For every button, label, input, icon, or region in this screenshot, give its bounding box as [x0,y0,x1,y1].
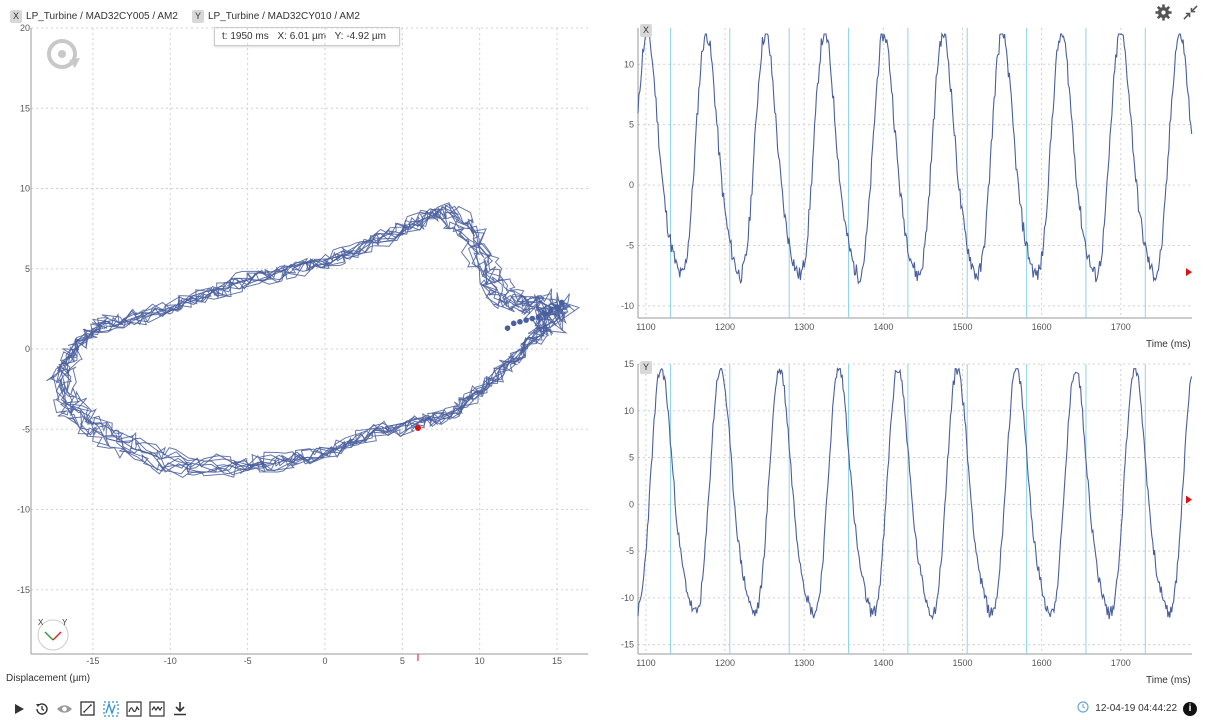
orbit-y-tick: 5 [25,264,30,274]
waveform-trace [637,367,1193,621]
bottom-toolbar [10,700,188,717]
waveform-x-tick: 1200 [715,322,735,332]
orbit-y-tick: -15 [17,585,30,595]
waveform-cursor-marker [1186,268,1192,277]
axis-icon-y-label: Y [62,618,68,627]
orbit-loop [58,203,572,471]
orbit-y-tick: 10 [20,184,30,194]
waveform-x-tick: 1500 [952,322,972,332]
y-waveform-plot[interactable]: 1100 1200 1300 1400 1500 1600 1700 -15 -10 -5 0 5 10… [621,359,1193,668]
waveform-y-tick: 5 [629,453,634,463]
orbit-end-dot [558,299,565,306]
waveform-y-tick: 15 [624,359,634,369]
history-icon[interactable] [33,700,50,717]
orbit-x-tick: -10 [164,656,177,666]
orbit-end-dot [548,307,554,314]
waveform-x-tick: 1200 [715,658,735,668]
orbit-end-dot [535,314,542,320]
fullscreen-icon[interactable] [79,700,96,717]
waveform-y-tick: 5 [629,120,634,130]
orbit-loop [56,204,568,472]
spectrum-view-icon[interactable] [148,700,165,717]
play-icon[interactable] [10,700,27,717]
waveform-x-tick: 1700 [1111,322,1131,332]
orbit-loop [66,202,581,469]
orbit-end-dot [541,310,548,317]
waveform-y-tick: 10 [624,59,634,69]
waveform-y-tick: -10 [621,301,634,311]
settings-icon[interactable] [1155,4,1172,21]
waveform-x-tick: 1300 [794,322,814,332]
orbit-loop [67,205,576,468]
orbit-and-waveform-charts: -15 -10 -5 0 5 10 15-15-10-505101520 1100 1200 1… [17,23,1193,668]
download-icon[interactable] [171,700,188,717]
x-panel-time-label: Time (ms) [1146,339,1191,350]
collapse-icon[interactable] [1182,4,1199,21]
orbit-y-tick: 15 [20,103,30,113]
info-icon[interactable]: i [1183,701,1197,716]
orbit-y-tick: -5 [22,424,30,434]
waveform-y-tick: 0 [629,499,634,509]
orbit-plot[interactable]: -15 -10 -5 0 5 10 15 -15 -10 -5 0 5 10 15 20 [17,23,588,666]
orbit-view-icon[interactable] [102,700,119,717]
eye-icon[interactable] [56,700,73,717]
waveform-x-tick: 1500 [952,658,972,668]
waveform-x-tick: 1100 [636,322,655,332]
y-panel-time-label: Time (ms) [1146,675,1191,686]
waveform-x-tick: 1700 [1111,658,1131,668]
orbit-end-dot [504,325,511,331]
waveform-x-tick: 1400 [873,658,893,668]
waveform-x-tick: 1600 [1032,658,1052,668]
orbit-x-tick: 10 [475,656,485,666]
x-waveform-plot[interactable]: 1100 1200 1300 1400 1500 1600 1700 -10 -5 0 5 10 [621,28,1193,332]
waveform-y-tick: -15 [621,640,634,650]
x-panel-chip: X [640,24,653,37]
waveform-view-icon[interactable] [125,700,142,717]
orbit-current-point [414,424,421,431]
axis-icon-x-label: X [38,618,44,627]
orbit-y-tick: -10 [17,505,30,515]
orbit-x-axis-label: Displacement (µm) [6,673,91,684]
orbit-loop [55,207,566,475]
timestamp-area: 12-04-19 04:44:22 i [1077,701,1197,716]
orbit-y-tick: 20 [20,23,30,33]
orbit-end-dot [529,315,536,322]
orbit-end-dot [517,318,523,325]
orbit-end-dot [554,304,560,311]
orbit-x-tick: -5 [244,656,252,666]
waveform-y-tick: 10 [624,406,634,416]
orbit-loop [55,209,560,475]
waveform-x-tick: 1300 [794,658,814,668]
orbit-end-dot [523,317,529,323]
orbit-y-tick: 0 [25,344,30,354]
waveform-y-tick: -5 [626,241,634,251]
axis-orientation-icon: X Y [36,618,70,652]
waveform-y-tick: 0 [629,180,634,190]
orbit-x-tick: 15 [552,656,562,666]
waveform-y-tick: -5 [626,546,634,556]
clock-icon[interactable] [1077,701,1089,716]
orbit-x-tick: 5 [400,656,405,666]
rotation-icon [47,39,80,69]
timestamp-text: 12-04-19 04:44:22 [1095,703,1177,714]
waveform-y-tick: -10 [621,593,634,603]
waveform-cursor-marker [1186,495,1192,504]
waveform-x-tick: 1600 [1032,322,1052,332]
waveform-x-tick: 1400 [873,322,893,332]
orbit-x-tick: 0 [322,656,327,666]
orbit-end-dot [510,320,517,327]
orbit-x-tick: -15 [86,656,99,666]
waveform-x-tick: 1100 [636,658,655,668]
y-panel-chip: Y [640,361,653,374]
